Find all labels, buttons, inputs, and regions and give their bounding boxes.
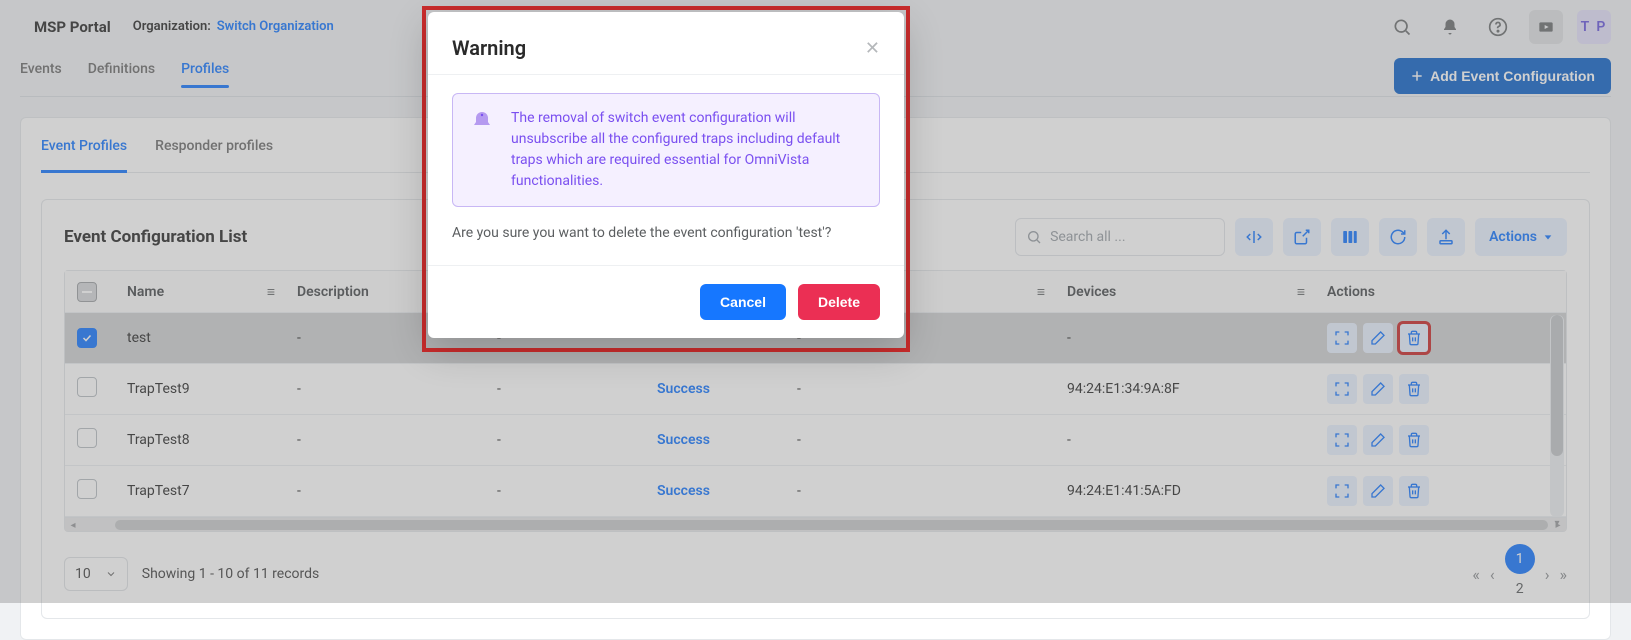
- modal-confirm-text: Are you sure you want to delete the even…: [452, 225, 880, 241]
- external-link-icon[interactable]: [1283, 218, 1321, 256]
- row-checkbox[interactable]: [77, 328, 97, 348]
- page-size-select[interactable]: 10: [64, 557, 128, 591]
- cell-name: TrapTest8: [115, 415, 285, 466]
- expand-icon[interactable]: [1327, 323, 1357, 353]
- col-actions: Actions: [1327, 284, 1375, 300]
- brand: MSP Portal: [34, 18, 111, 36]
- expand-icon[interactable]: [1327, 476, 1357, 506]
- col-description: Description: [297, 284, 369, 300]
- page-first-icon[interactable]: «: [1472, 565, 1480, 584]
- cell-devices: 94:24:E1:34:9A:8F: [1055, 364, 1315, 415]
- tab-event-profiles[interactable]: Event Profiles: [41, 138, 127, 172]
- close-icon[interactable]: ✕: [865, 38, 880, 59]
- add-event-configuration-label: Add Event Configuration: [1430, 68, 1595, 84]
- tab-events[interactable]: Events: [20, 61, 62, 87]
- vertical-scrollbar[interactable]: ▾: [1550, 315, 1564, 517]
- alert-icon: [469, 108, 495, 134]
- cell-extra2: -: [785, 364, 1055, 415]
- export-icon[interactable]: [1427, 218, 1465, 256]
- table-row[interactable]: TrapTest8--Success--: [65, 415, 1566, 466]
- column-menu-icon[interactable]: ≡: [1297, 283, 1305, 300]
- expand-icon[interactable]: [1327, 374, 1357, 404]
- row-checkbox[interactable]: [77, 479, 97, 499]
- cell-extra1: -: [485, 466, 645, 517]
- edit-icon[interactable]: [1363, 323, 1393, 353]
- delete-icon[interactable]: [1399, 425, 1429, 455]
- avatar[interactable]: T P: [1577, 10, 1611, 44]
- table-row[interactable]: TrapTest9--Success-94:24:E1:34:9A:8F: [65, 364, 1566, 415]
- pagination: « ‹ 12 › »: [1472, 544, 1567, 604]
- cell-extra2: -: [785, 415, 1055, 466]
- refresh-icon[interactable]: [1379, 218, 1417, 256]
- cell-description: -: [285, 466, 485, 517]
- page-last-icon[interactable]: »: [1560, 565, 1568, 584]
- cell-extra1: -: [485, 415, 645, 466]
- actions-dropdown-label: Actions: [1489, 229, 1537, 245]
- page-next-icon[interactable]: ›: [1545, 565, 1550, 584]
- tab-definitions[interactable]: Definitions: [88, 61, 155, 87]
- delete-icon[interactable]: [1399, 374, 1429, 404]
- columns-icon[interactable]: [1331, 218, 1369, 256]
- cancel-button[interactable]: Cancel: [700, 284, 786, 320]
- card-title: Event Configuration List: [64, 227, 247, 247]
- help-icon[interactable]: [1481, 10, 1515, 44]
- row-checkbox[interactable]: [77, 377, 97, 397]
- warning-modal: Warning ✕ The removal of switch event co…: [428, 12, 904, 338]
- column-menu-icon[interactable]: ≡: [267, 283, 275, 300]
- cell-extra2: -: [785, 466, 1055, 517]
- col-name: Name: [127, 284, 164, 300]
- cell-name: TrapTest7: [115, 466, 285, 517]
- cell-devices: 94:24:E1:41:5A:FD: [1055, 466, 1315, 517]
- records-summary: Showing 1 - 10 of 11 records: [142, 566, 320, 582]
- add-event-configuration-button[interactable]: Add Event Configuration: [1394, 58, 1611, 94]
- column-menu-icon[interactable]: ≡: [1037, 283, 1045, 300]
- actions-dropdown[interactable]: Actions: [1475, 218, 1567, 256]
- search-placeholder: Search all ...: [1050, 229, 1125, 245]
- modal-alert: The removal of switch event configuratio…: [452, 93, 880, 207]
- edit-icon[interactable]: [1363, 425, 1393, 455]
- apps-icon[interactable]: [1529, 10, 1563, 44]
- tab-responder-profiles[interactable]: Responder profiles: [155, 138, 273, 172]
- tab-profiles[interactable]: Profiles: [181, 61, 229, 87]
- cell-status[interactable]: Success: [645, 466, 785, 517]
- delete-icon[interactable]: [1399, 323, 1429, 353]
- page-prev-icon[interactable]: ‹: [1490, 565, 1495, 584]
- table-row[interactable]: TrapTest7--Success-94:24:E1:41:5A:FD: [65, 466, 1566, 517]
- expand-icon[interactable]: [1327, 425, 1357, 455]
- bell-icon[interactable]: [1433, 10, 1467, 44]
- page-number[interactable]: 1: [1505, 544, 1535, 574]
- cell-status[interactable]: Success: [645, 364, 785, 415]
- modal-title: Warning: [452, 36, 526, 60]
- cell-name: test: [115, 313, 285, 364]
- cell-extra1: -: [485, 364, 645, 415]
- search-icon[interactable]: [1385, 10, 1419, 44]
- cell-description: -: [285, 364, 485, 415]
- cell-status[interactable]: Success: [645, 415, 785, 466]
- row-checkbox[interactable]: [77, 428, 97, 448]
- search-input[interactable]: Search all ...: [1015, 218, 1225, 256]
- modal-alert-text: The removal of switch event configuratio…: [511, 108, 863, 192]
- autosize-columns-icon[interactable]: [1235, 218, 1273, 256]
- page-number[interactable]: 2: [1505, 574, 1535, 604]
- cell-devices: -: [1055, 415, 1315, 466]
- switch-organization-link[interactable]: Switch Organization: [217, 19, 334, 34]
- cell-devices: -: [1055, 313, 1315, 364]
- select-all-checkbox[interactable]: [77, 282, 97, 302]
- horizontal-scrollbar[interactable]: ◂▸: [65, 517, 1566, 531]
- col-devices: Devices: [1067, 284, 1116, 300]
- page-size-value: 10: [75, 566, 91, 582]
- organization-label: Organization:: [133, 19, 211, 34]
- cell-name: TrapTest9: [115, 364, 285, 415]
- cell-description: -: [285, 415, 485, 466]
- edit-icon[interactable]: [1363, 374, 1393, 404]
- delete-button[interactable]: Delete: [798, 284, 880, 320]
- edit-icon[interactable]: [1363, 476, 1393, 506]
- delete-icon[interactable]: [1399, 476, 1429, 506]
